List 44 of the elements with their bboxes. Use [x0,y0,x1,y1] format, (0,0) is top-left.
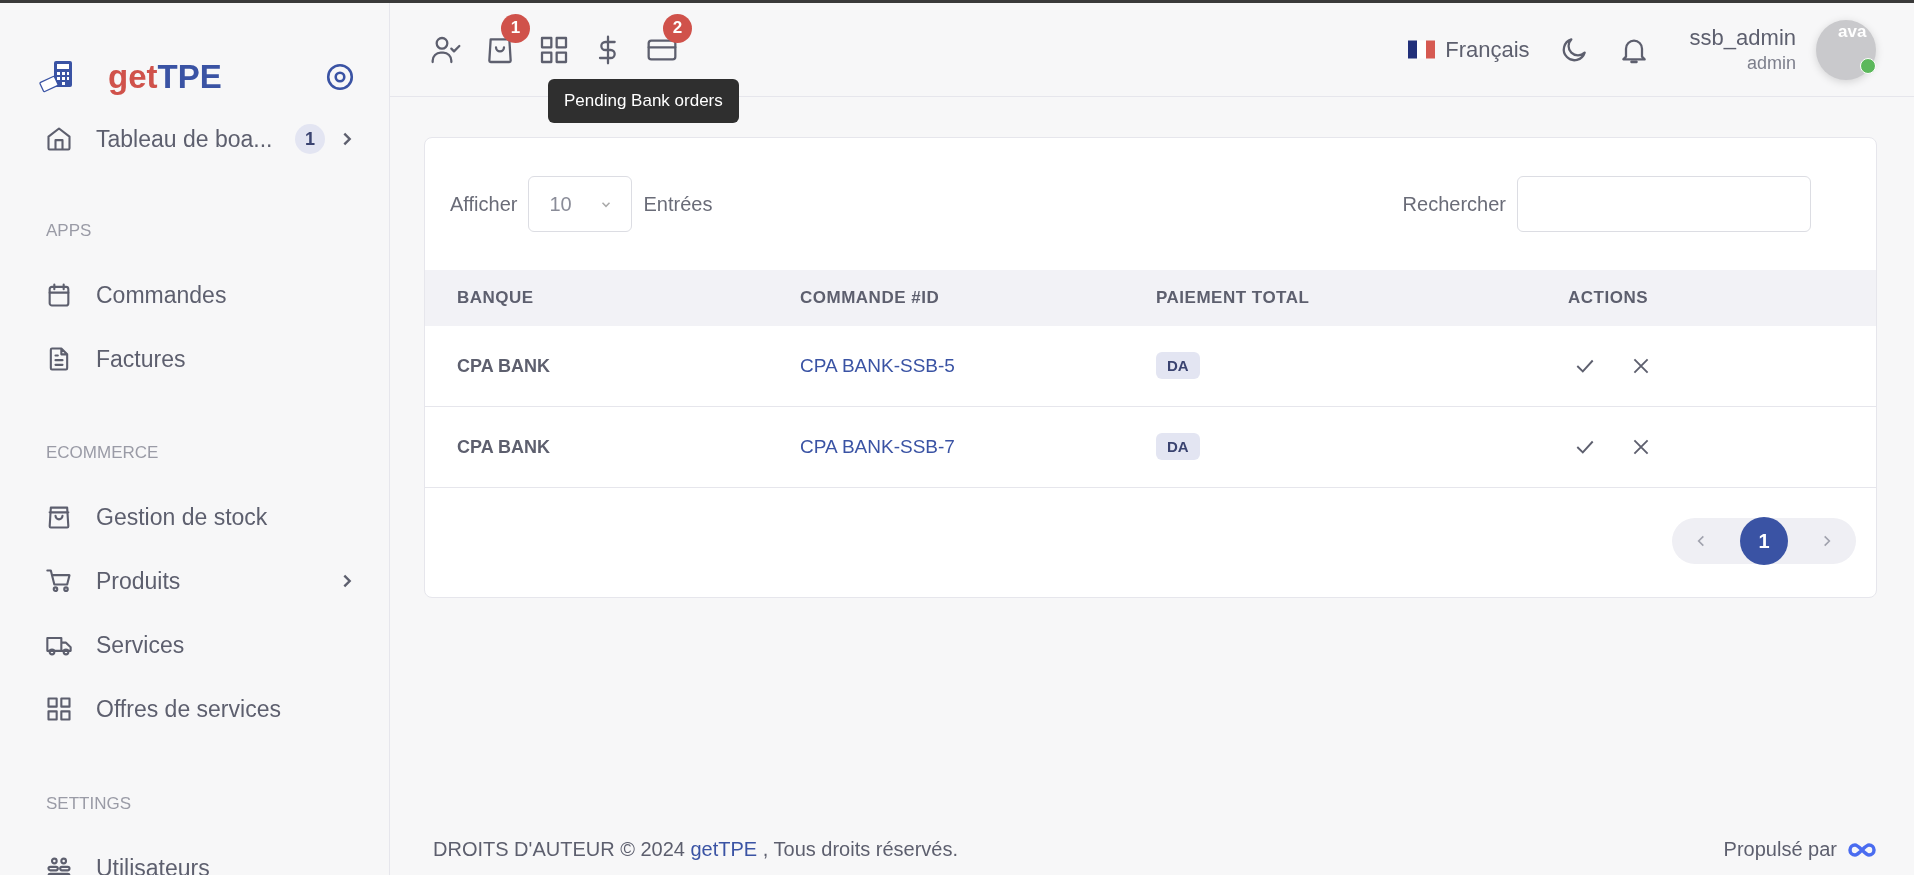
tooltip: Pending Bank orders [548,78,739,123]
target-icon[interactable] [325,62,355,92]
sidebar-item[interactable]: Commandes [0,263,389,327]
home-icon [45,125,73,153]
currency-badge: DA [1156,433,1200,460]
table-cell-text: CPA BANK [456,355,551,377]
table-cell-text: CPA BANK [456,436,551,458]
search-label: Rechercher [1402,192,1506,216]
user-name: ssb_admin [1689,25,1796,51]
search-field[interactable] [1517,176,1811,232]
column-header: BANQUE [456,288,535,308]
language-selector[interactable]: Français [1408,36,1530,63]
order-link[interactable]: CPA BANK-SSB-5 [800,355,955,376]
infinity-logo-icon[interactable] [1847,841,1877,858]
notification-badge: 1 [501,13,530,43]
section-heading: ECOMMERCE [45,442,160,464]
order-link[interactable]: CPA BANK-SSB-7 [800,436,955,457]
sidebar-item[interactable]: Offres de services [0,677,389,741]
flag-icon [1408,40,1436,59]
column-header: COMMANDE #ID [800,288,941,308]
grid-icon [45,695,73,723]
column-header: ACTIONS [1567,288,1648,308]
notification-badge: 2 [663,13,692,43]
cart-icon [45,567,73,595]
page-size-select[interactable]: 10 [528,176,633,232]
sidebar-item[interactable]: Factures [0,327,389,391]
page-button[interactable]: 1 [1740,517,1788,565]
user-role: admin [1746,53,1796,74]
sidebar-item[interactable]: Services [0,613,389,677]
count-badge: 1 [295,124,325,154]
section-heading: SETTINGS [45,793,132,815]
show-label: Afficher [450,192,518,216]
sidebar-item[interactable]: Gestion de stock [0,485,389,549]
app-logo[interactable]: getTPE [108,58,325,96]
currency-badge: DA [1156,352,1200,379]
section-heading: APPS [45,220,93,242]
copyright-text: DROITS D'AUTEUR © 2024 getTPE , Tous droits réservés. [433,838,959,861]
entries-label: Entrées [643,192,713,216]
powered-by-text: Propulsé par [1723,838,1837,861]
sidebar-item[interactable]: Utilisateurs [0,836,389,875]
column-header: PAIEMENT TOTAL [1156,288,1311,308]
sidebar-item[interactable]: Produits [0,549,389,613]
sidebar-item[interactable]: Tableau de boa... 1 [0,107,389,171]
footer-link[interactable]: getTPE [690,838,758,860]
